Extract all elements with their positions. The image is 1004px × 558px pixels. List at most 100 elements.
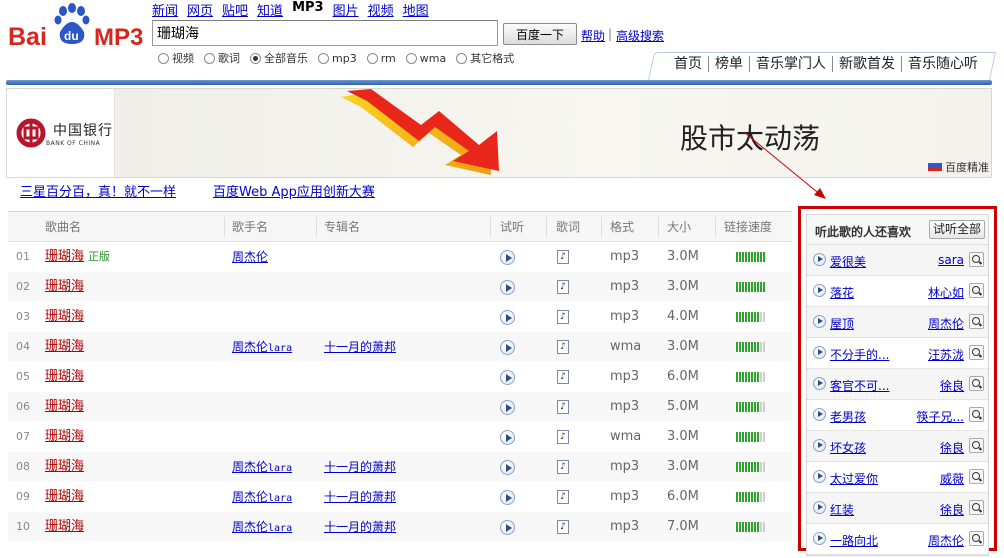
search-icon[interactable] [969,531,984,546]
recommend-song-link[interactable]: 不分手的... [830,346,889,363]
lyrics-icon[interactable]: ♪ [557,490,569,504]
recommend-song-link[interactable]: 屋顶 [830,315,854,332]
radio-button[interactable] [366,52,378,64]
play-icon[interactable] [500,520,515,535]
radio-button[interactable] [318,52,329,64]
album-link[interactable]: 十一月的萧邦 [324,332,396,362]
album-link[interactable]: 十一月的萧邦 [324,482,396,512]
recommend-song-link[interactable]: 一路向北 [830,532,878,549]
play-icon[interactable] [813,439,826,452]
recommend-song-link[interactable]: 太过爱你 [830,470,878,487]
play-icon[interactable] [500,400,515,415]
nav-tieba[interactable]: 贴吧 [222,0,248,19]
lyrics-icon[interactable]: ♪ [557,460,569,474]
recommend-song-link[interactable]: 爱很美 [830,253,866,270]
format-option[interactable]: rm [366,50,396,66]
recommend-song-link[interactable]: 客官不可... [830,377,889,394]
lyrics-icon[interactable]: ♪ [557,400,569,414]
format-option[interactable]: mp3 [318,50,357,66]
song-link[interactable]: 珊瑚海 [45,249,84,264]
recommend-singer-link[interactable]: 筷子兄... [917,408,964,425]
search-icon[interactable] [969,500,984,515]
recommend-song-link[interactable]: 落花 [830,284,854,301]
search-icon[interactable] [969,438,984,453]
recommend-singer-link[interactable]: 徐良 [940,377,964,394]
recommend-singer-link[interactable]: 周杰伦 [928,532,964,549]
play-icon[interactable] [813,253,826,266]
search-icon[interactable] [969,376,984,391]
lyrics-icon[interactable]: ♪ [557,520,569,534]
search-icon[interactable] [969,252,984,267]
play-icon[interactable] [500,280,515,295]
play-icon[interactable] [500,250,515,265]
singer-link[interactable]: 周杰伦lara [232,452,292,484]
radio-button[interactable] [250,52,261,64]
radio-button[interactable] [405,52,417,64]
recommend-singer-link[interactable]: 威薇 [940,470,964,487]
lyrics-icon[interactable]: ♪ [557,280,569,294]
subnav-charts[interactable]: 榜单 [708,56,749,72]
singer-link[interactable]: 周杰伦lara [232,482,292,514]
promo-link-webapp[interactable]: 百度Web App应用创新大赛 [213,181,375,200]
subnav-new-releases[interactable]: 新歌首发 [832,56,901,72]
nav-web[interactable]: 网页 [187,0,213,19]
listen-all-button[interactable]: 试听全部 [928,220,985,239]
search-icon[interactable] [969,283,984,298]
play-icon[interactable] [500,370,515,385]
song-link[interactable]: 珊瑚海 [45,489,84,504]
subnav-home[interactable]: 首页 [668,56,708,72]
play-icon[interactable] [813,284,826,297]
advanced-search-link[interactable]: 高级搜索 [616,27,664,44]
song-link[interactable]: 珊瑚海 [45,339,84,354]
nav-video[interactable]: 视频 [368,0,394,19]
play-icon[interactable] [500,490,515,505]
nav-news[interactable]: 新闻 [152,0,178,19]
recommend-singer-link[interactable]: 徐良 [940,439,964,456]
recommend-song-link[interactable]: 老男孩 [830,408,866,425]
nav-zhidao[interactable]: 知道 [257,0,283,19]
play-icon[interactable] [813,315,826,328]
play-icon[interactable] [813,501,826,514]
song-link[interactable]: 珊瑚海 [45,519,84,534]
search-icon[interactable] [969,407,984,422]
album-link[interactable]: 十一月的萧邦 [324,512,396,542]
play-icon[interactable] [813,532,826,545]
play-icon[interactable] [813,470,826,483]
song-link[interactable]: 珊瑚海 [45,459,84,474]
search-icon[interactable] [969,314,984,329]
play-icon[interactable] [813,377,826,390]
search-input[interactable] [152,20,498,46]
singer-link[interactable]: 周杰伦lara [232,512,292,544]
recommend-singer-link[interactable]: 周杰伦 [928,315,964,332]
lyrics-icon[interactable]: ♪ [557,370,569,384]
nav-map[interactable]: 地图 [403,0,429,19]
format-option[interactable]: 全部音乐 [250,50,308,66]
radio-button[interactable] [456,52,468,64]
lyrics-icon[interactable]: ♪ [557,430,569,444]
recommend-song-link[interactable]: 坏女孩 [830,439,866,456]
format-option[interactable]: 其它格式 [456,50,514,66]
song-link[interactable]: 珊瑚海 [45,429,84,444]
song-link[interactable]: 珊瑚海 [45,369,84,384]
song-link[interactable]: 珊瑚海 [45,309,84,324]
radio-button[interactable] [158,52,169,64]
lyrics-icon[interactable]: ♪ [557,310,569,324]
nav-images[interactable]: 图片 [333,0,359,19]
radio-button[interactable] [204,52,215,64]
play-icon[interactable] [500,430,515,445]
recommend-singer-link[interactable]: 汪苏泷 [928,346,964,363]
song-link[interactable]: 珊瑚海 [45,279,84,294]
play-icon[interactable] [500,460,515,475]
ad-banner[interactable]: 中国银行 BANK OF CHINA 股市太动荡 百度精准 [6,88,992,178]
format-option[interactable]: 视频 [158,50,194,66]
play-icon[interactable] [500,340,515,355]
search-icon[interactable] [969,345,984,360]
singer-link[interactable]: 周杰伦lara [232,332,292,364]
lyrics-icon[interactable]: ♪ [557,250,569,264]
recommend-singer-link[interactable]: 林心如 [928,284,964,301]
subnav-radio[interactable]: 音乐随心听 [901,56,984,72]
format-option[interactable]: wma [405,50,446,66]
search-button[interactable]: 百度一下 [503,23,577,45]
subnav-music-leader[interactable]: 音乐掌门人 [749,56,832,72]
recommend-singer-link[interactable]: sara [938,253,964,267]
